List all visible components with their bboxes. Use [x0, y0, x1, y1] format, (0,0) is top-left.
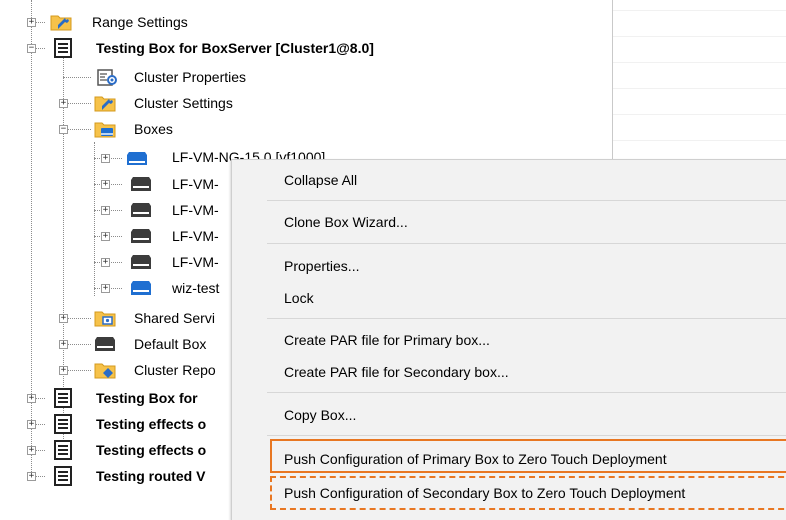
expand-toggle[interactable]: +	[59, 366, 68, 375]
tree-node-label[interactable]: LF-VM-	[172, 252, 219, 272]
menu-item-create-par-secondary[interactable]: Create PAR file for Secondary box...	[284, 362, 509, 382]
tree-node-label[interactable]: Cluster Repo	[134, 360, 216, 380]
menu-item-create-par-primary[interactable]: Create PAR file for Primary box...	[284, 330, 490, 350]
menu-separator	[267, 318, 786, 319]
tree-node-label[interactable]: LF-VM-	[172, 226, 219, 246]
menu-item-push-primary[interactable]: Push Configuration of Primary Box to Zer…	[284, 449, 667, 469]
menu-item-push-secondary[interactable]: Push Configuration of Secondary Box to Z…	[284, 483, 685, 503]
box-dark-icon	[131, 203, 151, 217]
box-dark-icon	[95, 337, 115, 351]
box-dark-icon	[131, 177, 151, 191]
tree-node-label[interactable]: wiz-test	[172, 278, 219, 298]
tree-node-label[interactable]: Boxes	[134, 119, 173, 139]
tree-node-label[interactable]: Cluster Properties	[134, 67, 246, 87]
expand-toggle[interactable]: +	[27, 394, 36, 403]
tree-node-label[interactable]: Testing routed V	[96, 466, 205, 486]
tree-node-label[interactable]: Testing Box for	[96, 388, 198, 408]
server-icon	[54, 440, 72, 460]
server-icon	[54, 414, 72, 434]
menu-item-lock[interactable]: Lock	[284, 288, 314, 308]
expand-toggle[interactable]: +	[101, 180, 110, 189]
expand-toggle[interactable]: +	[27, 18, 36, 27]
menu-separator	[267, 392, 786, 393]
folder-repo-icon	[94, 363, 116, 379]
tree-node-label[interactable]: Testing effects o	[96, 414, 206, 434]
tree-node-label[interactable]: Shared Servi	[134, 308, 215, 328]
server-icon	[54, 466, 72, 486]
cluster-properties-icon	[97, 69, 117, 86]
expand-toggle[interactable]: +	[101, 206, 110, 215]
expand-toggle[interactable]: +	[27, 472, 36, 481]
expand-toggle[interactable]: +	[59, 340, 68, 349]
server-icon	[54, 38, 72, 58]
expand-toggle[interactable]: +	[101, 258, 110, 267]
box-blue-icon	[127, 152, 147, 165]
menu-separator	[267, 243, 786, 244]
expand-toggle[interactable]: +	[101, 154, 110, 163]
menu-separator	[267, 200, 786, 201]
tree-node-label[interactable]: Cluster Settings	[134, 93, 233, 113]
collapse-toggle[interactable]: −	[59, 125, 68, 134]
expand-toggle[interactable]: +	[59, 314, 68, 323]
tree-node-label[interactable]: Testing effects o	[96, 440, 206, 460]
folder-box-icon	[94, 122, 116, 138]
menu-item-properties[interactable]: Properties...	[284, 256, 359, 276]
tree-node-label[interactable]: LF-VM-	[172, 200, 219, 220]
expand-toggle[interactable]: +	[101, 284, 110, 293]
server-icon	[54, 388, 72, 408]
tree-node-label[interactable]: Range Settings	[92, 12, 188, 32]
menu-item-clone-box-wizard[interactable]: Clone Box Wizard...	[284, 212, 408, 232]
menu-separator	[267, 435, 786, 436]
menu-item-collapse-all[interactable]: Collapse All	[284, 170, 357, 190]
details-pane	[612, 0, 786, 160]
context-menu: Collapse All Clone Box Wizard... Propert…	[231, 159, 786, 520]
folder-service-icon	[94, 311, 116, 327]
tree-node-label[interactable]: Testing Box for BoxServer [Cluster1@8.0]	[96, 38, 374, 58]
folder-wrench-icon	[94, 96, 116, 112]
collapse-toggle[interactable]: −	[27, 44, 36, 53]
folder-wrench-icon	[50, 15, 72, 31]
expand-toggle[interactable]: +	[101, 232, 110, 241]
box-dark-icon	[131, 229, 151, 243]
tree-node-label[interactable]: Default Box	[134, 334, 206, 354]
expand-toggle[interactable]: +	[59, 99, 68, 108]
box-blue-icon	[131, 281, 151, 295]
tree-node-label[interactable]: LF-VM-	[172, 174, 219, 194]
box-dark-icon	[131, 255, 151, 269]
menu-item-copy-box[interactable]: Copy Box...	[284, 405, 356, 425]
expand-toggle[interactable]: +	[27, 446, 36, 455]
expand-toggle[interactable]: +	[27, 420, 36, 429]
